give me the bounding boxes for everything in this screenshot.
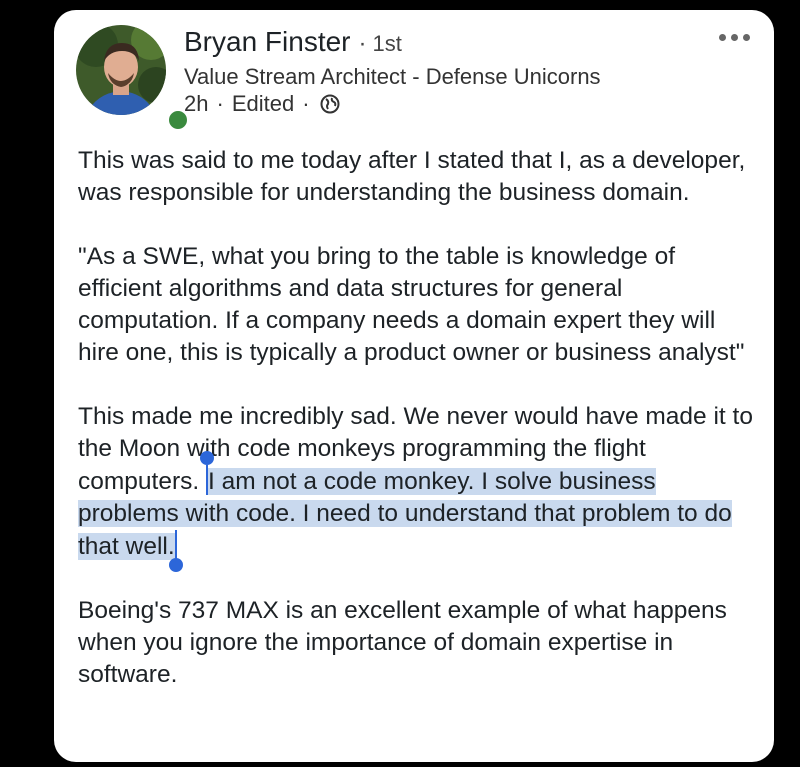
author-row: Bryan Finster · 1st xyxy=(184,26,402,58)
post-card: Bryan Finster · 1st Value Stream Archite… xyxy=(54,10,774,762)
selection-handle-knob[interactable] xyxy=(200,451,214,465)
post-body: This was said to me today after I stated… xyxy=(78,145,758,723)
globe-icon xyxy=(320,94,340,114)
selection-start-handle[interactable] xyxy=(200,451,214,495)
selection-handle-knob[interactable] xyxy=(168,558,183,572)
meta-separator: · xyxy=(302,91,310,116)
dot-icon xyxy=(719,34,726,41)
post-meta: 2h · Edited · xyxy=(184,91,340,117)
post-paragraph: This was said to me today after I stated… xyxy=(78,147,746,206)
more-options-icon[interactable] xyxy=(719,34,750,41)
dot-icon xyxy=(731,34,738,41)
name-separator: · xyxy=(358,30,367,57)
connection-degree: 1st xyxy=(372,31,402,56)
selection-end-handle[interactable] xyxy=(168,530,183,572)
dot-icon xyxy=(743,34,750,41)
post-paragraph: Boeing's 737 MAX is an excellent example… xyxy=(78,597,727,688)
author-headline: Value Stream Architect - Defense Unicorn… xyxy=(184,64,601,89)
avatar-photo xyxy=(76,25,166,115)
meta-separator: · xyxy=(216,91,224,116)
author-name[interactable]: Bryan Finster xyxy=(184,26,351,58)
post-quote: "As a SWE, what you bring to the table i… xyxy=(78,243,745,366)
edited-label: Edited xyxy=(231,91,295,116)
post-paragraph: This made me incredibly sad. We never wo… xyxy=(78,401,758,572)
post-time: 2h xyxy=(184,91,209,116)
avatar[interactable] xyxy=(76,25,190,132)
